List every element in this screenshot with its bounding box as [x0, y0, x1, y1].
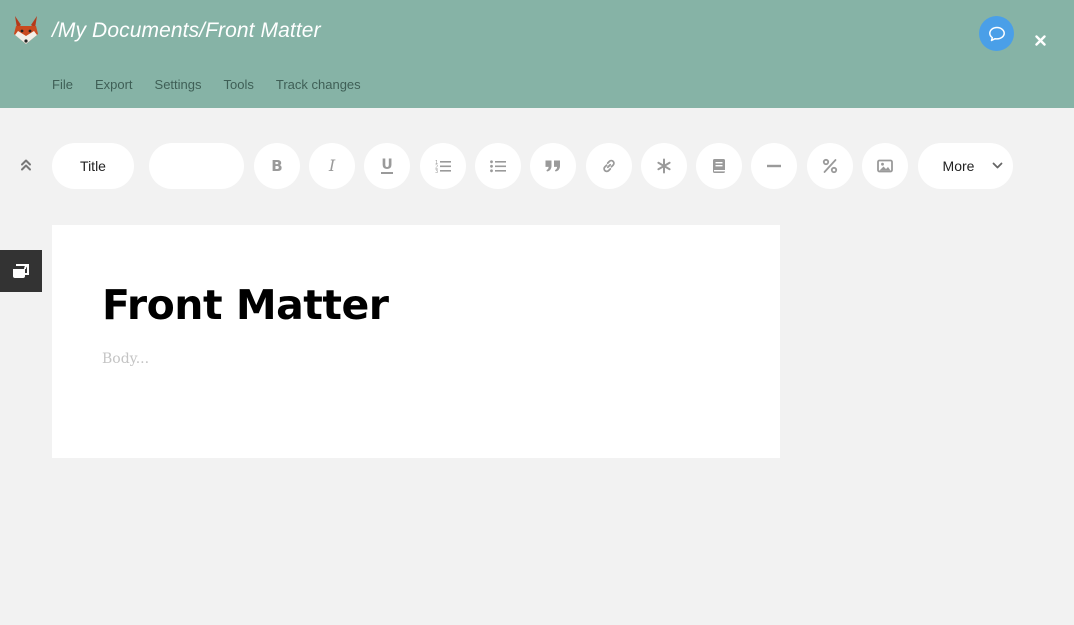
underline-button[interactable]: U: [364, 143, 410, 189]
menu-export[interactable]: Export: [95, 77, 133, 92]
svg-text:U: U: [381, 157, 392, 173]
math-button[interactable]: [807, 143, 853, 189]
main-menu: File Export Settings Tools Track changes: [52, 77, 383, 92]
bold-button[interactable]: B: [254, 143, 300, 189]
image-icon: [877, 159, 893, 173]
italic-button[interactable]: I: [309, 143, 355, 189]
scroll-document-icon: [13, 264, 29, 278]
citation-style-dropdown[interactable]: [149, 143, 244, 189]
link-button[interactable]: [586, 143, 632, 189]
numbered-list-icon: 1 2 3: [435, 160, 451, 173]
double-chevron-up-icon: [21, 159, 31, 171]
numbered-list-button[interactable]: 1 2 3: [420, 143, 466, 189]
menu-tools[interactable]: Tools: [224, 77, 254, 92]
bold-icon: B: [271, 158, 282, 174]
more-label: More: [942, 158, 975, 174]
menu-file[interactable]: File: [52, 77, 73, 92]
svg-text:3: 3: [435, 169, 438, 173]
chat-button[interactable]: [979, 16, 1014, 51]
underline-icon: U: [381, 157, 393, 174]
svg-text:I: I: [328, 158, 336, 174]
chevron-down-icon: [992, 162, 1003, 169]
citation-icon: [713, 159, 725, 173]
more-dropdown[interactable]: More: [918, 143, 1013, 189]
footnote-icon: [657, 158, 671, 174]
footnote-button[interactable]: [641, 143, 687, 189]
document-path-title: /My Documents/Front Matter: [52, 19, 321, 42]
link-icon: [603, 159, 615, 173]
bullet-list-icon: [490, 160, 506, 173]
chat-bubble-icon: [988, 26, 1005, 41]
close-icon: [1034, 34, 1046, 46]
horizontal-rule-button[interactable]: [751, 143, 797, 189]
document-title[interactable]: Front Matter: [102, 281, 389, 329]
app-header: /My Documents/Front Matter File Export S…: [0, 0, 1074, 108]
svg-text:B: B: [271, 158, 282, 174]
collapse-toolbar-button[interactable]: [17, 156, 35, 174]
image-button[interactable]: [862, 143, 908, 189]
close-button[interactable]: [1031, 31, 1049, 49]
blockquote-button[interactable]: [530, 143, 576, 189]
horizontal-rule-icon: [767, 164, 781, 168]
toggle-sidebar-button[interactable]: [0, 250, 42, 292]
italic-icon: I: [328, 158, 336, 174]
math-icon: [822, 158, 838, 174]
document-body-placeholder[interactable]: Body...: [102, 351, 149, 367]
citation-button[interactable]: [696, 143, 742, 189]
menu-track-changes[interactable]: Track changes: [276, 77, 361, 92]
document-page: Front Matter Body...: [52, 225, 780, 458]
blockquote-icon: [545, 160, 560, 172]
bullet-list-button[interactable]: [475, 143, 521, 189]
menu-settings[interactable]: Settings: [155, 77, 202, 92]
paragraph-style-label: Title: [80, 158, 106, 174]
fox-logo-icon: [12, 14, 40, 46]
paragraph-style-dropdown[interactable]: Title: [52, 143, 134, 189]
